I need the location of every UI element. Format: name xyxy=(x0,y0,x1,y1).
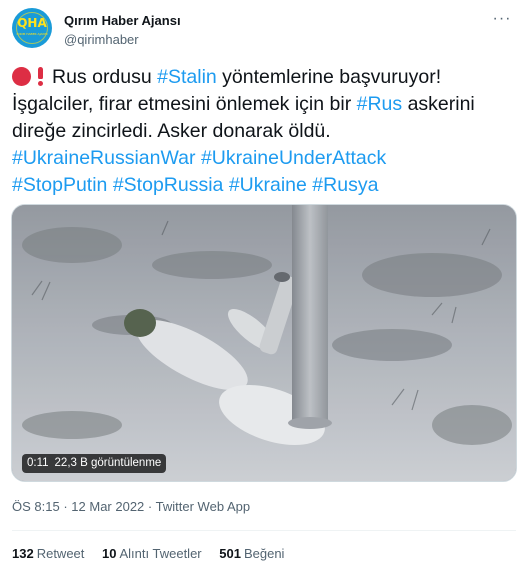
tweet-text-line: direğe zincirledi. Asker donarak öldü. xyxy=(12,118,518,145)
engagement-stats: 132 Retweet 10 Alıntı Tweetler 501 Beğeni xyxy=(12,546,298,561)
stat-count: 501 xyxy=(219,546,241,561)
tweet-text-segment: direğe zincirledi. Asker donarak öldü. xyxy=(12,120,331,142)
stat-label: Retweet xyxy=(36,546,85,561)
stat-label: Alıntı Tweetler xyxy=(119,546,202,561)
tweet-text-segment: yöntemlerine başvuruyor! xyxy=(216,66,442,88)
tweet-text-line: Rus ordusu #Stalin yöntemlerine başvuruy… xyxy=(12,64,518,91)
author-name[interactable]: Qırım Haber Ajansı xyxy=(64,13,181,28)
divider xyxy=(12,530,516,531)
tweet-source[interactable]: Twitter Web App xyxy=(156,499,250,514)
tweet-text-segment: İşgalciler, firar etmesini önlemek için … xyxy=(12,93,357,115)
exclamation-emoji-icon xyxy=(38,67,43,86)
video-stats-badge: 0:11 22,3 B görüntülenme xyxy=(22,454,167,473)
tweet-text-line: #UkraineRussianWar #UkraineUnderAttack xyxy=(12,145,518,172)
more-icon[interactable]: ··· xyxy=(492,11,512,32)
tweet-header: QHA QIRIM HABER AJANSI Qırım Haber Ajans… xyxy=(12,8,516,52)
hashtag-link[interactable]: #UkraineUnderAttack xyxy=(201,147,386,169)
video-player[interactable]: 0:11 22,3 B görüntülenme xyxy=(11,204,517,482)
author-handle[interactable]: @qirimhaber xyxy=(64,32,139,47)
video-thumbnail xyxy=(12,205,516,481)
red-circle-emoji-icon xyxy=(12,67,31,86)
video-views: 22,3 B görüntülenme xyxy=(54,457,162,469)
stat-label: Beğeni xyxy=(243,546,285,561)
avatar-logo-subtext: QIRIM HABER AJANSI xyxy=(16,32,48,36)
stat-count: 10 xyxy=(102,546,117,561)
hashtag-link[interactable]: #StopPutin xyxy=(12,174,107,196)
meta-separator: · xyxy=(63,499,68,514)
quote-tweet-count[interactable]: 10 Alıntı Tweetler xyxy=(102,546,202,561)
hashtag-link[interactable]: #Ukraine xyxy=(229,174,307,196)
hashtag-link[interactable]: #Rusya xyxy=(312,174,378,196)
hashtag-link[interactable]: #UkraineRussianWar xyxy=(12,147,196,169)
hashtag-link[interactable]: #Rus xyxy=(357,93,403,115)
tweet-text-segment: askerini xyxy=(402,93,475,115)
meta-separator: · xyxy=(147,499,153,514)
tweet-date[interactable]: 12 Mar 2022 xyxy=(71,499,144,514)
tweet-text-segment: Rus ordusu xyxy=(52,66,158,88)
retweet-count[interactable]: 132 Retweet xyxy=(12,546,84,561)
stat-count: 132 xyxy=(12,546,34,561)
tweet-text: Rus ordusu #Stalin yöntemlerine başvuruy… xyxy=(12,64,518,199)
like-count[interactable]: 501 Beğeni xyxy=(219,546,284,561)
hashtag-link[interactable]: #StopRussia xyxy=(113,174,224,196)
tweet-meta: ÖS 8:15 · 12 Mar 2022 · Twitter Web App xyxy=(12,499,250,514)
tweet: QHA QIRIM HABER AJANSI Qırım Haber Ajans… xyxy=(0,0,528,569)
tweet-text-line: #StopPutin #StopRussia #Ukraine #Rusya xyxy=(12,172,518,199)
video-duration: 0:11 xyxy=(27,457,49,469)
avatar[interactable]: QHA QIRIM HABER AJANSI xyxy=(12,8,52,48)
tweet-text-line: İşgalciler, firar etmesini önlemek için … xyxy=(12,91,518,118)
tweet-time[interactable]: ÖS 8:15 xyxy=(12,499,60,514)
hashtag-link[interactable]: #Stalin xyxy=(157,66,217,88)
avatar-logo-text: QHA xyxy=(17,16,47,30)
